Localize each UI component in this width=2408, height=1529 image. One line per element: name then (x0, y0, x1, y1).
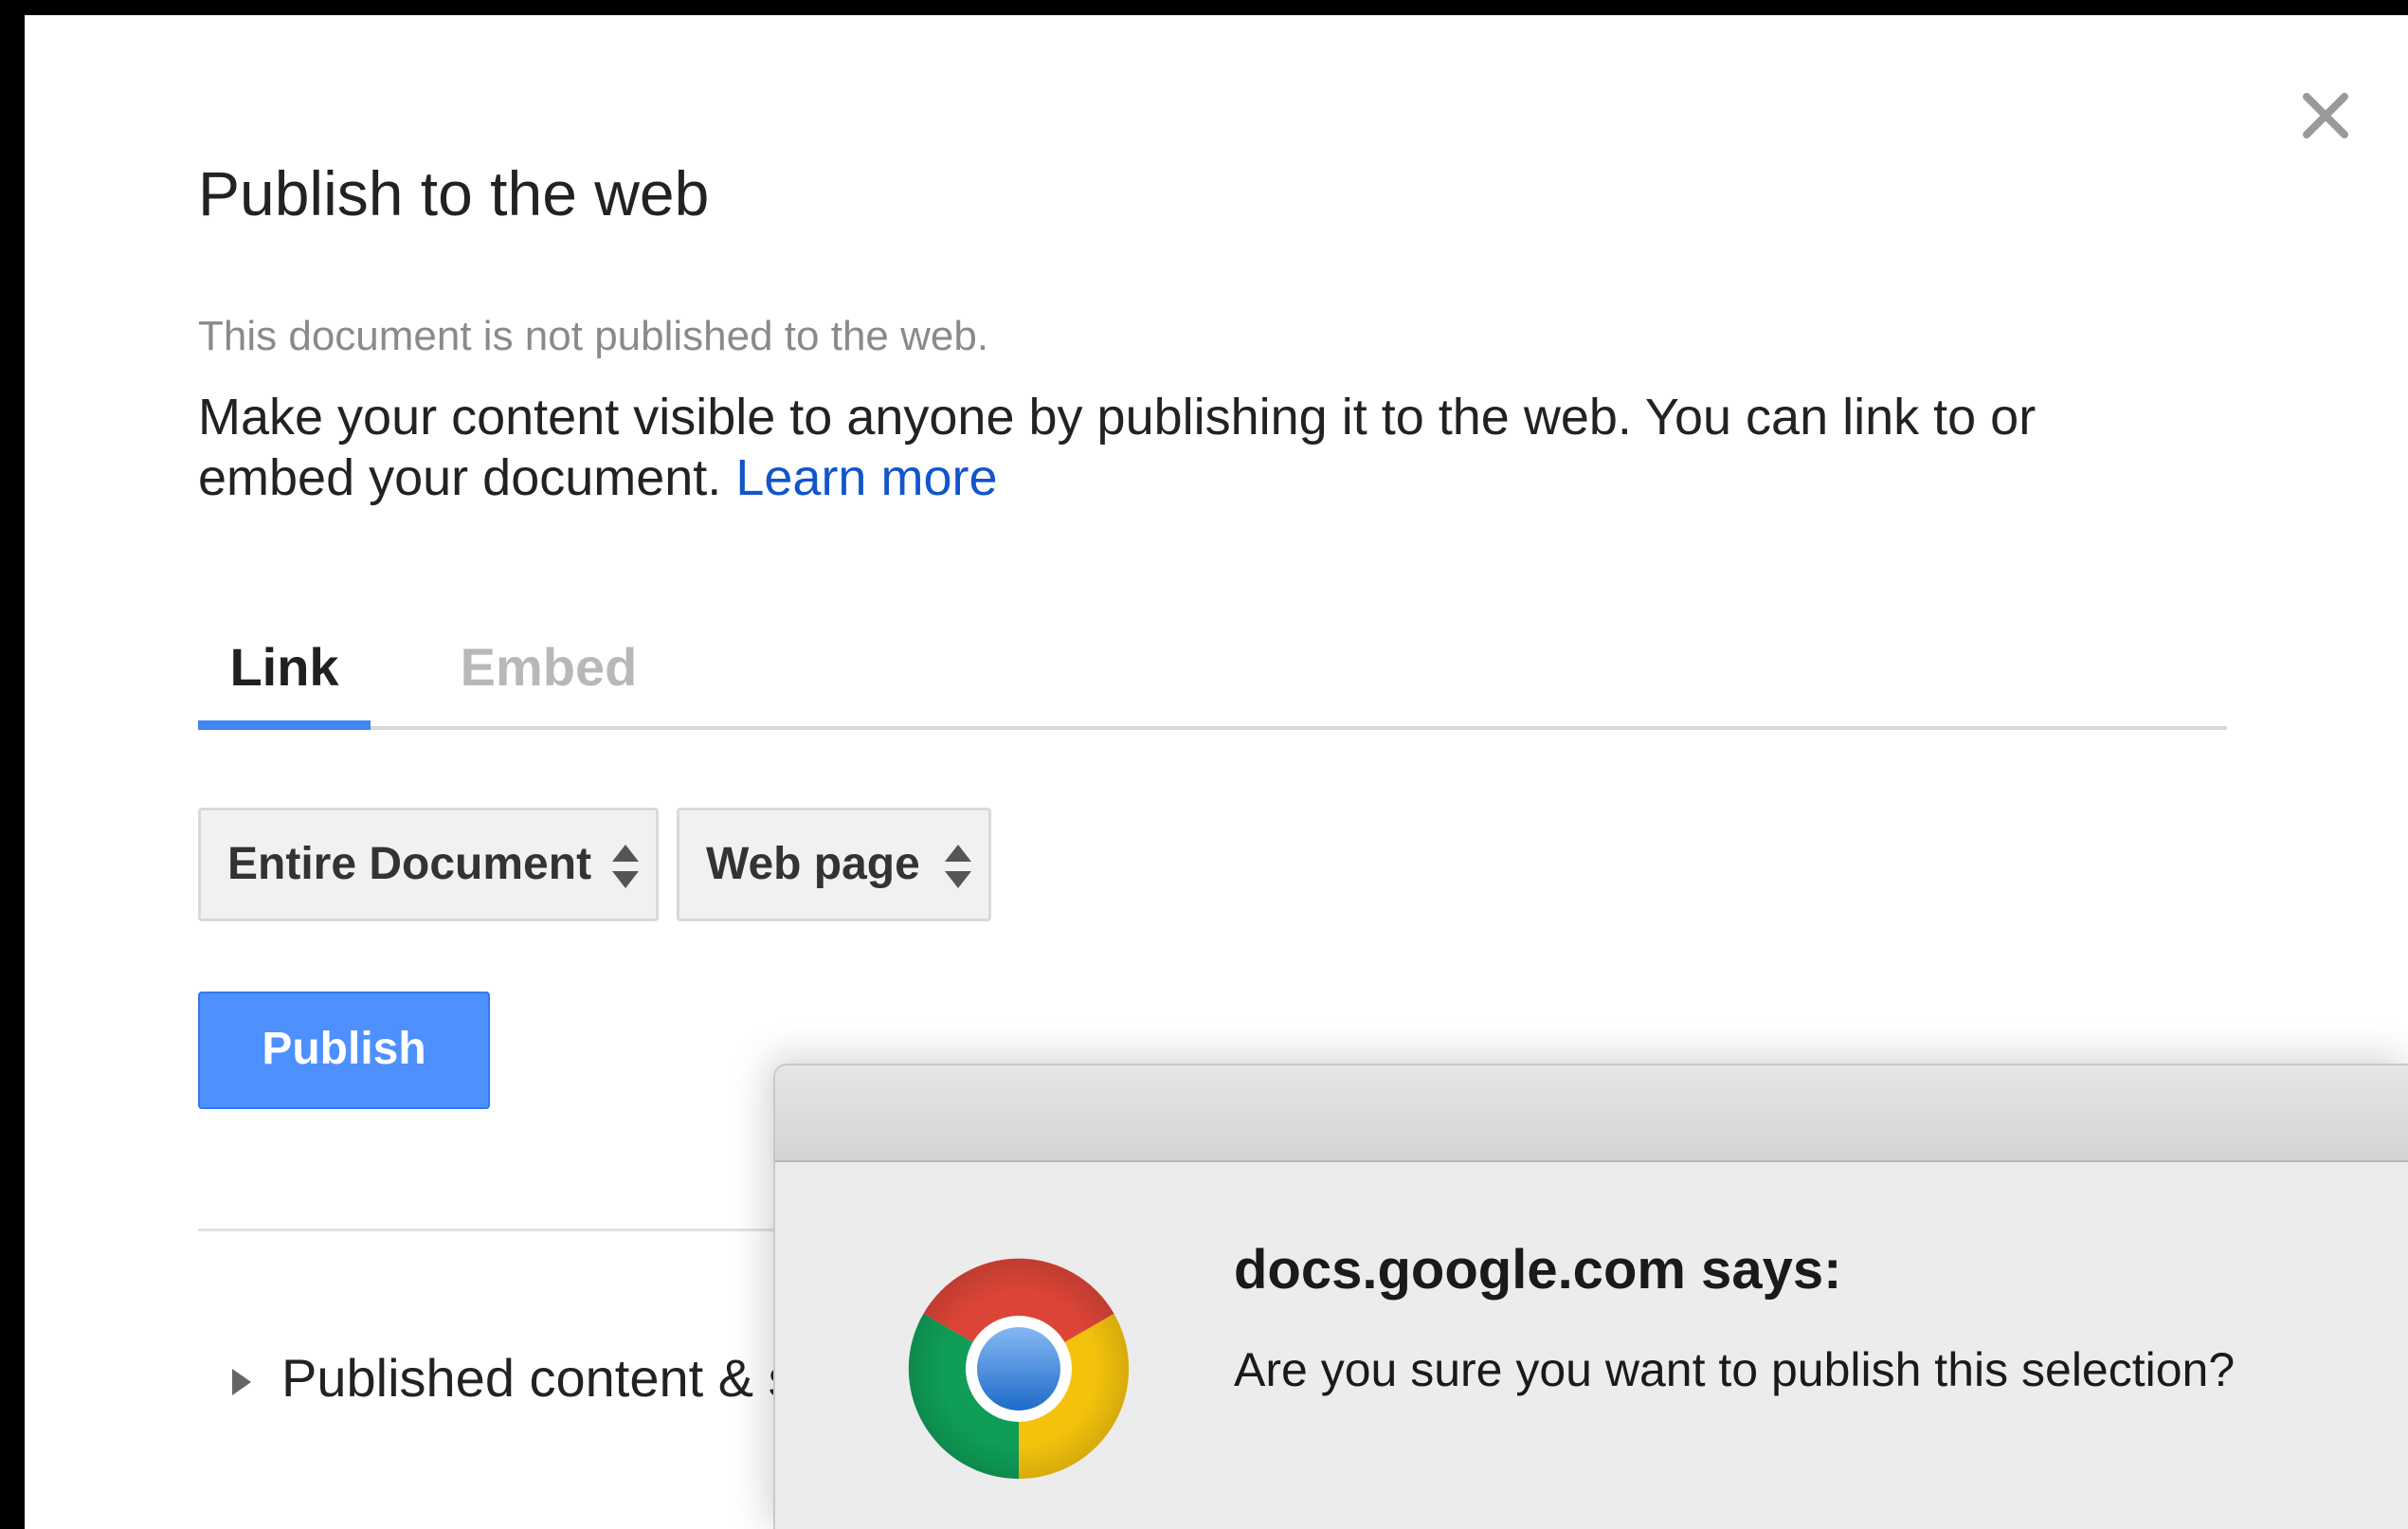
publish-button[interactable]: Publish (198, 992, 490, 1109)
format-select[interactable]: Web page (677, 808, 991, 921)
dialog-title: Publish to the web (198, 158, 710, 228)
browser-alert-dialog: docs.google.com says: Are you sure you w… (773, 1064, 2408, 1529)
tab-embed[interactable]: Embed (454, 631, 643, 726)
select-arrows-icon (945, 845, 971, 888)
format-select-value: Web page (706, 839, 920, 889)
alert-message: Are you sure you want to publish this se… (1234, 1343, 2236, 1396)
triangle-right-icon (232, 1369, 251, 1396)
dialog-description: Make your content visible to anyone by p… (198, 387, 2188, 508)
alert-titlebar (775, 1065, 2408, 1162)
select-arrows-icon (612, 845, 639, 888)
close-button[interactable] (2297, 87, 2354, 144)
screen: Publish to the web This document is not … (0, 0, 2408, 1529)
chrome-logo-icon (908, 1258, 1130, 1480)
description-text: Make your content visible to anyone by p… (198, 389, 2037, 506)
close-icon (2303, 93, 2348, 138)
tab-link[interactable]: Link (198, 631, 371, 730)
published-content-expander[interactable]: Published content & s (228, 1347, 795, 1409)
scope-select[interactable]: Entire Document (198, 808, 659, 921)
learn-more-link[interactable]: Learn more (735, 449, 997, 506)
publish-status: This document is not published to the we… (198, 313, 989, 359)
tab-bar: Link Embed (198, 631, 2227, 730)
expander-label: Published content & s (281, 1348, 795, 1408)
alert-title: docs.google.com says: (1234, 1239, 1842, 1301)
scope-select-value: Entire Document (227, 839, 592, 889)
